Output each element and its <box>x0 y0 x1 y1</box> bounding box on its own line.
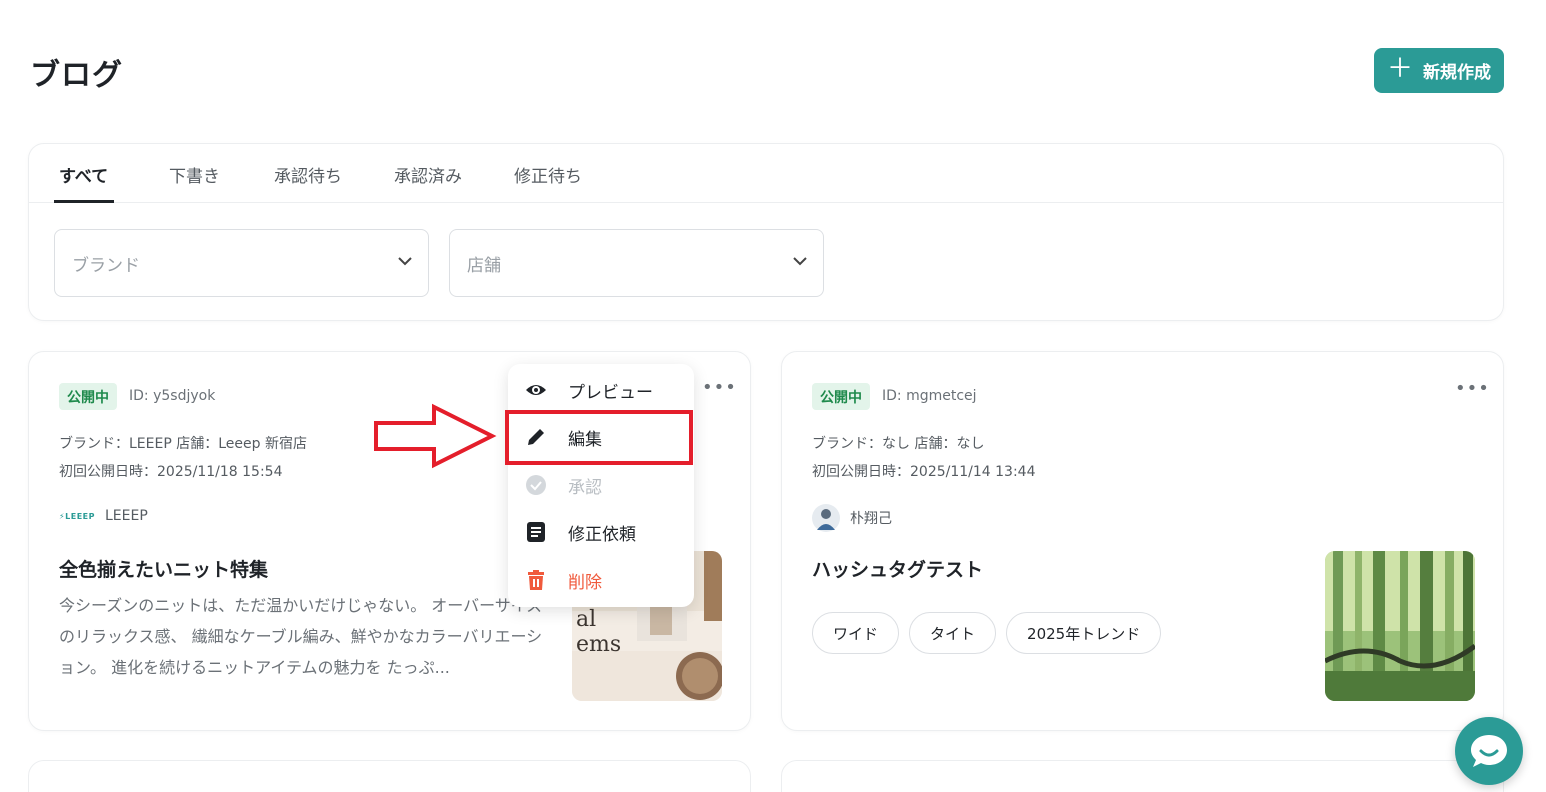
published-date: 初回公開日時：2025/11/14 13:44 <box>812 464 1036 480</box>
post-id: ID: mgmetcej <box>882 388 977 404</box>
new-post-button[interactable]: ＋ 新規作成 <box>1374 48 1504 93</box>
status-tabs: すべて 下書き 承認待ち 承認済み 修正待ち <box>29 144 1503 203</box>
more-options-icon[interactable]: ••• <box>702 377 737 398</box>
author: 朴翔己 <box>812 504 892 532</box>
chevron-down-icon <box>398 257 412 266</box>
store-select[interactable]: 店舗 <box>449 229 824 297</box>
author-name: LEEEP <box>104 508 148 524</box>
post-excerpt: 今シーズンのニットは、ただ温かいだけじゃない。 オーバーサイズのリラックス感、 … <box>59 596 543 677</box>
page-title: ブログ <box>30 58 123 93</box>
avatar <box>812 504 840 532</box>
thumb-text-2: ems <box>576 632 621 657</box>
tag-chip[interactable]: 2025年トレンド <box>1006 612 1162 654</box>
post-context-menu: ••• プレビュー 編集 承認 修正依頼 削除 <box>508 364 736 607</box>
status-badge: 公開中 <box>59 383 117 410</box>
post-thumbnail <box>1325 551 1475 701</box>
post-title: ハッシュタグテスト <box>812 559 984 581</box>
menu-label: 承認 <box>568 477 602 498</box>
menu-item-approve: 承認 <box>508 462 694 508</box>
tab-pending[interactable]: 承認待ち <box>274 162 342 187</box>
tag-chip[interactable]: タイト <box>909 612 997 654</box>
menu-label: 修正依頼 <box>568 524 636 545</box>
chevron-down-icon <box>793 257 807 266</box>
annotation-highlight-box <box>505 410 693 465</box>
brand-logo: ⚡LEEEP <box>59 511 95 521</box>
more-options-icon[interactable]: ••• <box>1455 378 1490 399</box>
status-badge: 公開中 <box>812 383 870 410</box>
store-select-placeholder: 店舗 <box>467 255 501 276</box>
filter-panel: すべて 下書き 承認待ち 承認済み 修正待ち ブランド 店舗 <box>28 143 1504 321</box>
thumb-text-1: al <box>576 607 596 632</box>
new-post-label: 新規作成 <box>1423 63 1491 83</box>
menu-item-preview[interactable]: プレビュー <box>508 367 694 413</box>
brand-select[interactable]: ブランド <box>54 229 429 297</box>
tag-chip[interactable]: ワイド <box>812 612 900 654</box>
post-title: 全色揃えたいニット特集 <box>59 559 269 581</box>
chat-button[interactable] <box>1455 717 1523 785</box>
tab-draft[interactable]: 下書き <box>169 162 220 187</box>
tab-revision[interactable]: 修正待ち <box>514 162 582 187</box>
tab-all[interactable]: すべて <box>59 162 108 187</box>
menu-label: 削除 <box>568 572 602 593</box>
annotation-arrow-icon <box>374 403 497 469</box>
menu-item-delete[interactable]: 削除 <box>508 557 694 603</box>
brand-store-info: ブランド：なし 店舗：なし <box>812 436 985 452</box>
brand-store-info: ブランド：LEEEP 店舗：Leeep 新宿店 <box>59 436 307 452</box>
author: ⚡LEEEP LEEEP <box>59 508 148 524</box>
plus-icon: ＋ <box>1386 54 1413 84</box>
post-id: ID: y5sdjyok <box>129 388 216 404</box>
menu-label: プレビュー <box>568 382 653 403</box>
post-card[interactable] <box>28 760 751 792</box>
menu-item-revision-request[interactable]: 修正依頼 <box>508 509 694 555</box>
post-card[interactable]: 公開中 ID: mgmetcej ••• ブランド：なし 店舗：なし 初回公開日… <box>781 351 1504 731</box>
eye-icon <box>526 385 546 395</box>
tag-list: ワイド タイト 2025年トレンド <box>812 612 1162 654</box>
document-icon <box>527 522 545 542</box>
brand-select-placeholder: ブランド <box>72 255 140 276</box>
published-date: 初回公開日時：2025/11/18 15:54 <box>59 464 283 480</box>
tab-approved[interactable]: 承認済み <box>394 162 462 187</box>
active-tab-indicator <box>54 200 114 203</box>
trash-icon <box>528 570 544 590</box>
chat-bubble-icon <box>1471 735 1507 767</box>
author-name: 朴翔己 <box>850 511 892 527</box>
post-card[interactable] <box>781 760 1504 792</box>
check-circle-icon <box>526 475 546 495</box>
